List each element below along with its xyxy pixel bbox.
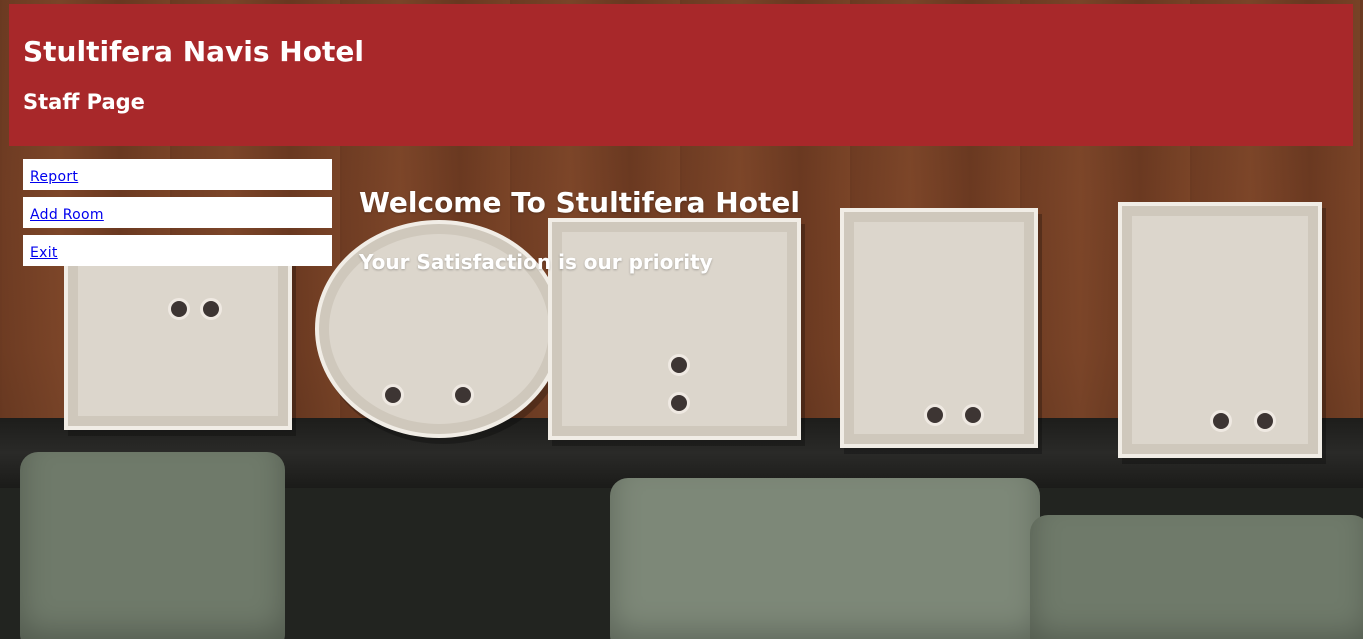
sign-hole (924, 404, 946, 426)
site-header: Stultifera Navis Hotel Staff Page (9, 4, 1353, 146)
welcome-heading: Welcome To Stultifera Hotel (359, 186, 800, 219)
sign-hole (452, 384, 474, 406)
sofa-cushion (610, 478, 1040, 639)
sofa-right (1030, 515, 1363, 639)
nav-item-add-room: Add Room (23, 197, 332, 228)
add-room-link[interactable]: Add Room (30, 207, 104, 223)
welcome-tagline: Your Satisfaction is our priority (359, 250, 713, 274)
report-link[interactable]: Report (30, 169, 78, 185)
exit-link[interactable]: Exit (30, 245, 58, 261)
sign-hole (200, 298, 222, 320)
sofa-left (20, 452, 285, 639)
page: Stultifera Navis Hotel Staff Page Report… (0, 0, 1363, 639)
sign-hole (1254, 410, 1276, 432)
site-title: Stultifera Navis Hotel (23, 35, 364, 68)
sign-hole (668, 354, 690, 376)
page-subtitle: Staff Page (23, 90, 145, 114)
sign-hole (668, 392, 690, 414)
sign-hole (962, 404, 984, 426)
sign-hole (168, 298, 190, 320)
nav-item-report: Report (23, 159, 332, 190)
sign-hole (382, 384, 404, 406)
nav-item-exit: Exit (23, 235, 332, 266)
side-nav: Report Add Room Exit (23, 159, 332, 273)
sign-hole (1210, 410, 1232, 432)
